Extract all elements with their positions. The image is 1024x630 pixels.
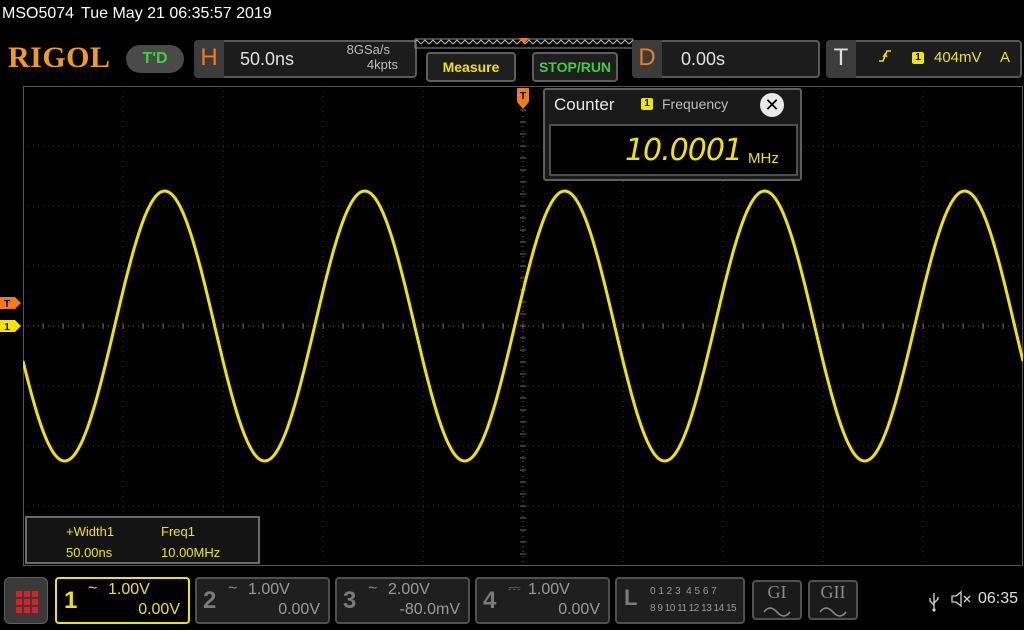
generator2-label: GII (820, 582, 846, 602)
counter-value: 10.0001 (624, 133, 743, 168)
channel1-offset: 0.00V (138, 601, 180, 618)
ac-coupling-icon: ~ (368, 580, 378, 597)
channel2-scale: 1.00V (248, 581, 290, 598)
stop-run-button[interactable]: STOP/RUN (532, 52, 618, 82)
trigger-mode: A (1000, 49, 1011, 66)
channel4-number: 4 (483, 587, 497, 614)
ac-coupling-icon: ~ (88, 580, 98, 597)
channel1-offset-marker[interactable]: 1 (0, 320, 22, 332)
channel2-number: 2 (203, 587, 217, 614)
trigger-time-marker[interactable]: T (516, 88, 530, 110)
channel2-offset: 0.00V (278, 601, 320, 618)
svg-text:1: 1 (4, 322, 10, 332)
channel3-offset: -80.0mV (399, 601, 460, 618)
sample-rate: 8GSa/s (346, 42, 390, 57)
memory-position-bar[interactable] (413, 38, 635, 50)
dc-coupling-icon: ⎓ (508, 580, 521, 597)
counter-title: Counter (554, 95, 615, 114)
rising-edge-icon (879, 50, 891, 62)
svg-text:T: T (4, 299, 10, 309)
sine-wave-icon (819, 607, 847, 617)
trigger-source-badge: 1 (912, 52, 924, 64)
close-icon[interactable]: ✕ (760, 93, 784, 117)
counter-unit: MHz (748, 150, 779, 167)
timebase-value: 50.0ns (240, 49, 295, 69)
trigger-level-marker[interactable]: T (0, 297, 22, 309)
datetime: Tue May 21 06:35:57 2019 (81, 5, 272, 22)
counter-source-badge: 1 (641, 98, 653, 110)
system-clock: 06:35 (978, 590, 1019, 607)
horizontal-label: H (194, 40, 224, 78)
channel1-number: 1 (64, 587, 78, 614)
counter-mode: Frequency (662, 96, 729, 112)
measure-button[interactable]: Measure (426, 52, 516, 82)
model-name: MSO5074 (2, 5, 75, 22)
svg-text:T: T (520, 91, 526, 102)
delay-value: 0.00s (681, 49, 726, 69)
measurement-label: Freq1 (161, 524, 195, 539)
delay-label: D (632, 40, 662, 78)
generator2-button[interactable]: GII (808, 580, 858, 620)
main-menu-button[interactable] (4, 577, 48, 624)
logic-channels-row1: 0 1 2 3 4 5 6 7 (650, 586, 717, 597)
logic-label: L (624, 585, 638, 610)
sine-wave-icon (763, 607, 791, 617)
ac-coupling-icon: ~ (228, 580, 238, 597)
channel4-offset: 0.00V (558, 601, 600, 618)
speaker-muted-icon[interactable] (950, 590, 972, 608)
grid-menu-icon (16, 591, 38, 613)
generator1-label: GI (767, 582, 787, 602)
brand-logo: RIGOL (8, 41, 111, 74)
channel3-scale: 2.00V (388, 581, 430, 598)
channel3-number: 3 (343, 587, 357, 614)
measurement-value: 50.00ns (66, 545, 113, 560)
usb-icon (929, 593, 939, 612)
channel4-scale: 1.00V (528, 581, 570, 598)
measurement-value: 10.00MHz (161, 545, 221, 560)
trigger-status-badge: T'D (126, 45, 184, 73)
measurement-table[interactable] (25, 516, 260, 564)
memory-depth: 4kpts (366, 57, 398, 72)
waveform-display[interactable] (23, 86, 1023, 566)
measurement-label: +Width1 (66, 524, 115, 539)
status-line: MSO5074 Tue May 21 06:35:57 2019 (2, 5, 279, 23)
generator1-button[interactable]: GI (752, 580, 802, 620)
graticule (23, 86, 1023, 566)
trigger-level: 404mV (934, 49, 982, 66)
channel1-scale: 1.00V (108, 581, 150, 598)
logic-channels-row2: 8 9 10 11 12 13 14 15 (650, 603, 737, 614)
trigger-label: T (826, 40, 856, 78)
